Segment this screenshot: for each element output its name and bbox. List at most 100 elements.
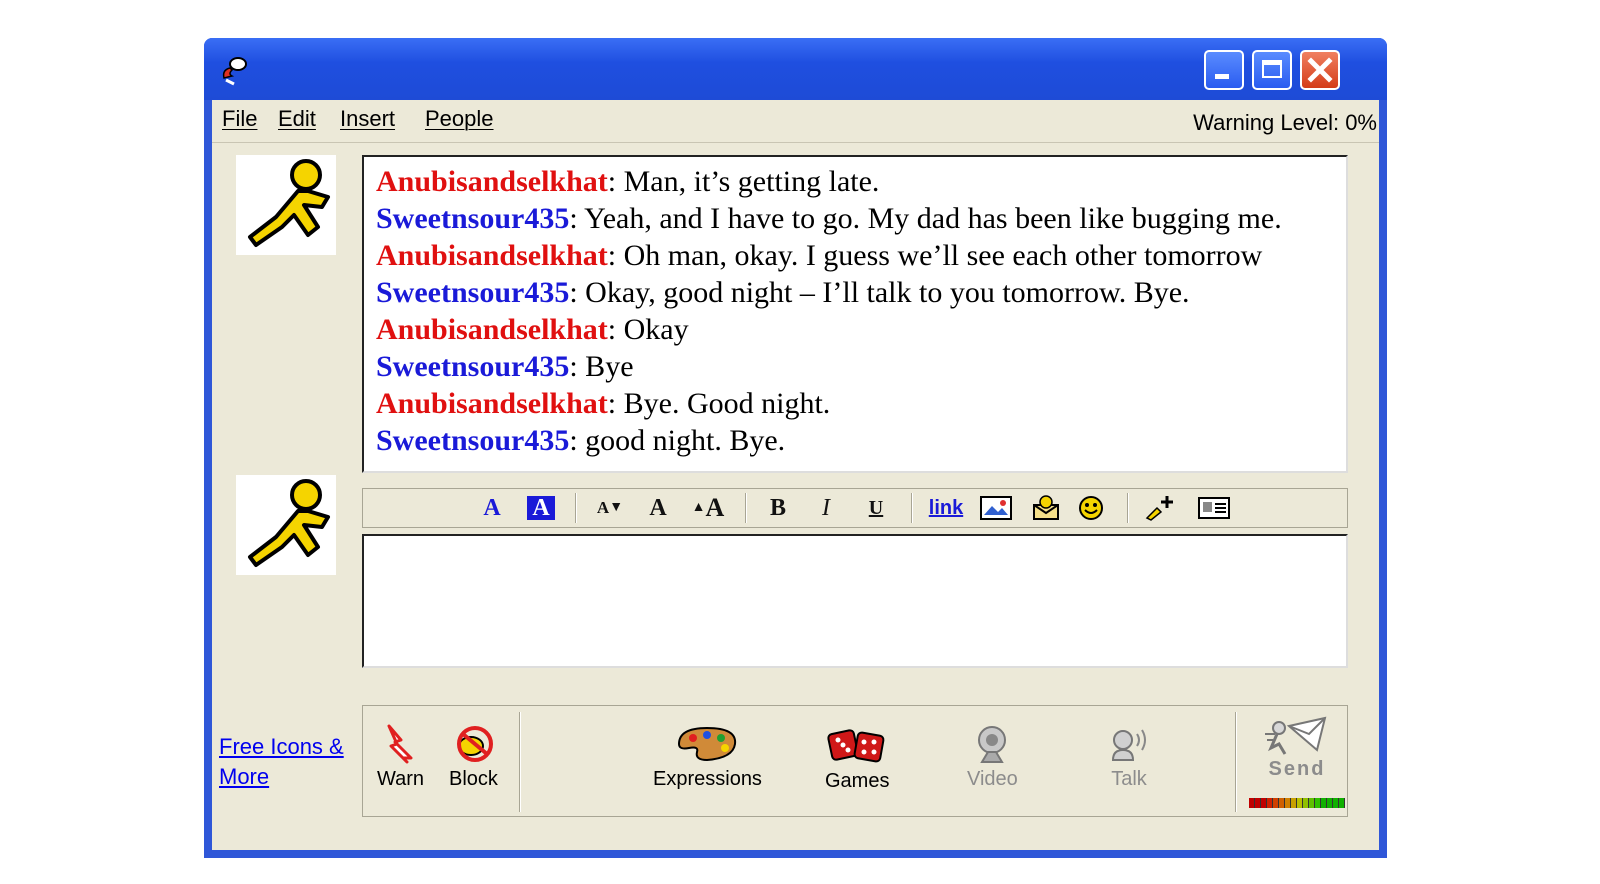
transcript-line: Anubisandselkhat: Bye. Good night. [376, 385, 1346, 422]
screen-name: Anubisandselkhat [376, 313, 608, 346]
video-button[interactable]: Video [967, 724, 1018, 791]
insert-email-button[interactable] [1031, 493, 1061, 523]
buddy-icon-remote[interactable] [236, 155, 336, 255]
format-toolbar: A A A ▼ A ▲ A B I U link [362, 488, 1348, 528]
separator [575, 493, 577, 523]
underline-button[interactable]: U [865, 493, 887, 523]
decrease-font-size-button[interactable]: A ▼ [593, 493, 627, 523]
screen-name: Sweetnsour435 [376, 202, 570, 235]
games-label: Games [825, 770, 890, 792]
message-text: : Bye [569, 350, 634, 383]
conversation-transcript[interactable]: Anubisandselkhat: Man, it’s getting late… [362, 155, 1348, 473]
background-color-button[interactable]: A [527, 495, 555, 521]
increase-font-label: A [705, 493, 725, 522]
message-text: : Bye. Good night. [607, 387, 831, 420]
free-icons-link[interactable]: Free Icons & More [219, 732, 359, 792]
action-bar: Warn Block Expressions Games Video Talk … [362, 705, 1348, 817]
menu-insert[interactable]: Insert [340, 106, 395, 132]
send-message-icon [1265, 716, 1327, 755]
add-buddy-icon [1145, 496, 1173, 521]
separator [1235, 712, 1237, 812]
insert-picture-button[interactable] [979, 493, 1013, 523]
insert-smiley-button[interactable] [1077, 493, 1105, 523]
screen-name: Sweetnsour435 [376, 424, 570, 457]
expressions-label: Expressions [653, 768, 762, 790]
send-button[interactable]: Send [1249, 714, 1345, 781]
im-window: File Edit Insert People Warning Level: 0… [204, 38, 1387, 858]
transcript-line: Anubisandselkhat: Oh man, okay. I guess … [376, 237, 1346, 274]
video-label: Video [967, 768, 1018, 790]
screen-name: Anubisandselkhat [376, 387, 608, 420]
menu-bar: File Edit Insert People Warning Level: 0… [212, 100, 1379, 143]
close-icon [1307, 57, 1333, 83]
window-client: File Edit Insert People Warning Level: 0… [212, 100, 1379, 850]
screen-name: Sweetnsour435 [376, 276, 570, 309]
dice-icon [827, 729, 885, 763]
meter-segment [1339, 798, 1345, 808]
talk-button[interactable]: Talk [1107, 724, 1151, 791]
block-button[interactable]: Block [449, 724, 498, 791]
close-button[interactable] [1300, 50, 1340, 90]
menu-edit[interactable]: Edit [278, 106, 316, 132]
transcript-line: Anubisandselkhat: Man, it’s getting late… [376, 163, 1346, 200]
arrow-up-icon: ▲ [691, 500, 706, 515]
title-bar[interactable] [204, 38, 1387, 100]
bold-button[interactable]: B [767, 493, 789, 523]
envelope-smiley-icon [1033, 495, 1059, 520]
maximize-icon [1262, 60, 1282, 78]
transcript-line: Sweetnsour435: Bye [376, 348, 1346, 385]
buddy-icon-self[interactable] [236, 475, 336, 575]
separator [1127, 493, 1129, 523]
message-text: : good night. Bye. [569, 424, 786, 457]
profile-card-icon [1198, 497, 1230, 519]
add-buddy-button[interactable] [1143, 493, 1179, 523]
send-label: Send [1268, 758, 1326, 780]
separator [519, 712, 521, 812]
talk-icon [1111, 729, 1146, 761]
message-text: : Man, it’s getting late. [607, 165, 880, 198]
screen-name: Anubisandselkhat [376, 165, 608, 198]
warn-label: Warn [377, 768, 425, 790]
transcript-line: Anubisandselkhat: Okay [376, 311, 1346, 348]
message-text: : Yeah, and I have to go. My dad has bee… [569, 202, 1282, 235]
minimize-icon [1215, 74, 1229, 79]
insert-link-button[interactable]: link [927, 493, 965, 523]
arrow-down-icon: ▼ [609, 500, 624, 515]
expressions-button[interactable]: Expressions [653, 724, 762, 791]
text-color-button[interactable]: A [479, 493, 505, 523]
webcam-icon [978, 726, 1007, 763]
message-text: : Okay [607, 313, 689, 346]
block-icon [457, 726, 494, 762]
aim-running-man-icon [248, 159, 330, 247]
warn-button[interactable]: Warn [377, 724, 424, 791]
screen-name: Sweetnsour435 [376, 350, 570, 383]
lightning-bolt-icon [387, 724, 413, 764]
aim-app-icon[interactable] [216, 54, 250, 88]
transcript-line: Sweetnsour435: good night. Bye. [376, 422, 1346, 459]
separator [911, 493, 913, 523]
increase-font-size-button[interactable]: ▲ A [689, 493, 727, 523]
decrease-font-label: A [596, 498, 610, 517]
buddy-info-button[interactable] [1197, 493, 1231, 523]
minimize-button[interactable] [1204, 50, 1244, 90]
screen-name: Anubisandselkhat [376, 239, 608, 272]
talk-label: Talk [1111, 768, 1147, 790]
transcript-line: Sweetnsour435: Okay, good night – I’ll t… [376, 274, 1346, 311]
menu-people[interactable]: People [425, 106, 494, 132]
smiley-icon [1079, 496, 1103, 520]
block-label: Block [449, 768, 498, 790]
message-text: : Okay, good night – I’ll talk to you to… [569, 276, 1190, 309]
typing-meter [1249, 798, 1345, 808]
message-text: : Oh man, okay. I guess we’ll see each o… [607, 239, 1263, 272]
menu-file[interactable]: File [222, 106, 257, 132]
message-input[interactable] [362, 534, 1348, 668]
transcript-line: Sweetnsour435: Yeah, and I have to go. M… [376, 200, 1346, 237]
aim-running-man-icon [248, 479, 330, 567]
maximize-button[interactable] [1252, 50, 1292, 90]
picture-icon [980, 496, 1012, 520]
separator [745, 493, 747, 523]
normal-font-size-button[interactable]: A [647, 493, 669, 523]
italic-button[interactable]: I [815, 493, 837, 523]
warning-level: Warning Level: 0% [1193, 110, 1377, 135]
games-button[interactable]: Games [825, 724, 889, 793]
